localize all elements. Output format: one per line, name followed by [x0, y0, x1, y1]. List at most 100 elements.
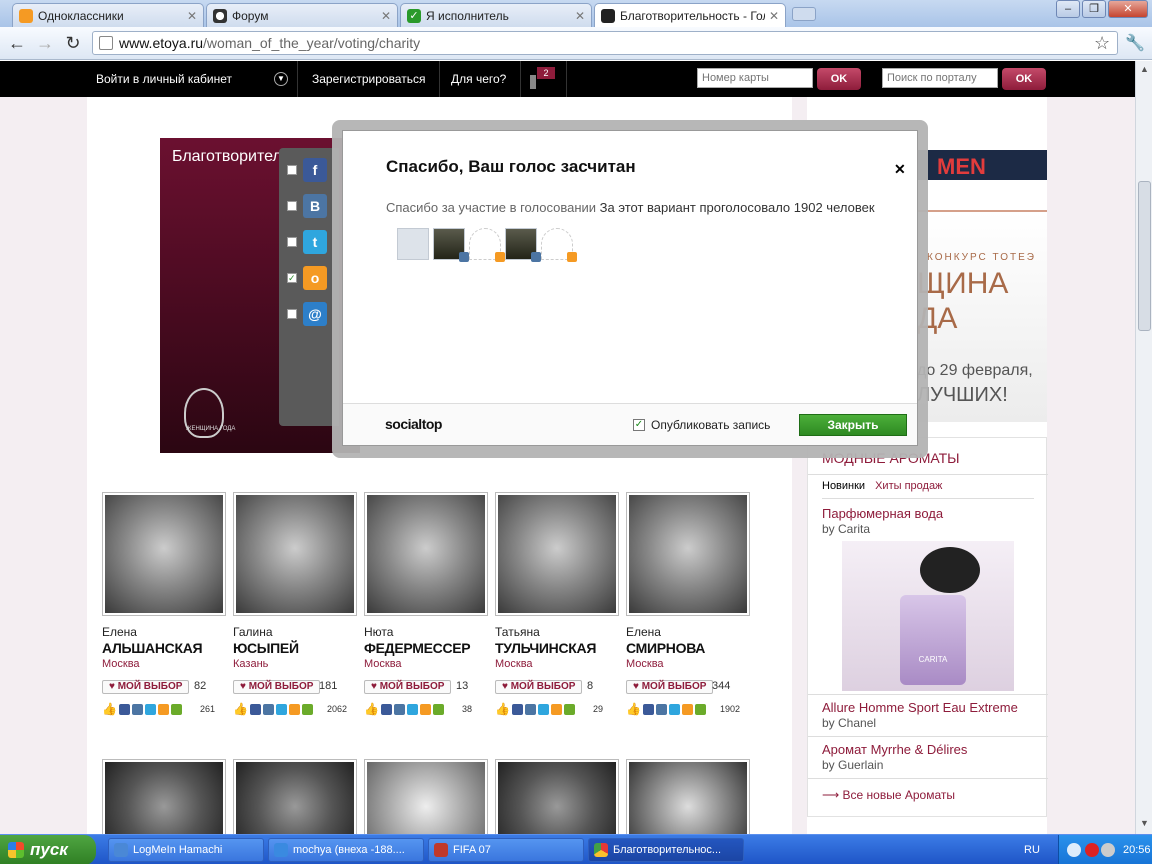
avatar[interactable] — [397, 228, 429, 260]
tab-charity[interactable]: Благотворительность - Голо ✕ — [594, 3, 786, 27]
search-input[interactable] — [882, 68, 998, 88]
twitter-icon[interactable] — [144, 703, 156, 715]
thumbs-up-icon[interactable]: 👍 — [626, 702, 641, 716]
candidate-last-name[interactable]: АЛЬШАНСКАЯ — [102, 640, 203, 656]
facebook-icon[interactable] — [249, 703, 261, 715]
close-icon[interactable]: ✕ — [187, 9, 197, 23]
task-fifa[interactable]: FIFA 07 — [428, 838, 584, 862]
avatar[interactable] — [505, 228, 541, 262]
all-new-link[interactable]: ⟶ Все новые Ароматы — [822, 788, 955, 802]
twitter-icon[interactable] — [537, 703, 549, 715]
tab-new[interactable]: Новинки — [822, 480, 865, 492]
mailru-icon[interactable] — [694, 703, 706, 715]
scroll-down-icon[interactable]: ▼ — [1138, 818, 1151, 831]
candidate-photo[interactable] — [626, 759, 750, 839]
search-ok-button[interactable]: OK — [1002, 68, 1046, 90]
twitter-icon[interactable] — [275, 703, 287, 715]
facebook-icon[interactable] — [511, 703, 523, 715]
perfume-name[interactable]: Аромат Myrrhe & Délires — [822, 742, 967, 757]
facebook-icon[interactable] — [118, 703, 130, 715]
odnoklassniki-icon[interactable] — [550, 703, 562, 715]
candidate-last-name[interactable]: ЮСЫПЕЙ — [233, 640, 299, 656]
checkbox[interactable] — [287, 237, 297, 247]
mailru-icon[interactable] — [563, 703, 575, 715]
vote-button[interactable]: ♥ МОЙ ВЫБОР — [364, 680, 452, 694]
tab-hits[interactable]: Хиты продаж — [875, 480, 942, 492]
vote-button[interactable]: ♥ МОЙ ВЫБОР — [233, 680, 321, 694]
vk-icon[interactable] — [262, 703, 274, 715]
candidate-photo[interactable] — [102, 492, 226, 616]
candidate-last-name[interactable]: СМИРНОВА — [626, 640, 705, 656]
facebook-icon[interactable] — [380, 703, 392, 715]
checkbox[interactable]: ✓ — [287, 273, 297, 283]
close-button[interactable]: Закрыть — [799, 414, 907, 436]
address-bar[interactable]: www.etoya.ru/woman_of_the_year/voting/ch… — [92, 31, 1118, 55]
avatar[interactable] — [469, 228, 505, 262]
facebook-icon[interactable] — [642, 703, 654, 715]
candidate-photo[interactable] — [626, 492, 750, 616]
page-scrollbar[interactable]: ▲ ▼ — [1135, 61, 1152, 834]
checkbox[interactable] — [287, 309, 297, 319]
share-row-facebook[interactable]: f — [287, 156, 337, 184]
candidate-photo[interactable] — [233, 759, 357, 839]
maximize-button[interactable]: ❐ — [1082, 0, 1106, 18]
thumbs-up-icon[interactable]: 👍 — [233, 702, 248, 716]
candidate-photo[interactable] — [233, 492, 357, 616]
share-row-mailru[interactable]: @ — [287, 300, 337, 328]
tray-app-icon[interactable] — [1101, 843, 1115, 857]
forward-icon[interactable]: → — [34, 33, 56, 53]
close-icon[interactable]: ✕ — [769, 9, 779, 23]
back-arrow-icon[interactable] — [1067, 843, 1081, 857]
close-icon[interactable]: ✕ — [381, 9, 391, 23]
vk-icon[interactable] — [131, 703, 143, 715]
share-row-twitter[interactable]: t — [287, 228, 337, 256]
publish-checkbox[interactable]: ✓ Опубликовать запись — [633, 418, 770, 432]
candidate-photo[interactable] — [102, 759, 226, 839]
candidate-last-name[interactable]: ТУЛЬЧИНСКАЯ — [495, 640, 596, 656]
candidate-photo[interactable] — [495, 759, 619, 839]
start-button[interactable]: пуск — [0, 835, 96, 864]
odnoklassniki-icon[interactable] — [681, 703, 693, 715]
tab-ya-ispolnitel[interactable]: ✓ Я исполнитель ✕ — [400, 3, 592, 27]
vk-icon[interactable] — [655, 703, 667, 715]
twitter-icon[interactable] — [406, 703, 418, 715]
perfume-name[interactable]: Парфюмерная вода — [822, 506, 943, 521]
wrench-icon[interactable]: 🔧 — [1125, 33, 1145, 53]
close-icon[interactable]: ✕ — [894, 161, 906, 178]
share-row-odnoklassniki[interactable]: ✓ о — [287, 264, 337, 292]
thumbs-up-icon[interactable]: 👍 — [102, 702, 117, 716]
tab-odnoklassniki[interactable]: Одноклассники ✕ — [12, 3, 204, 27]
avatar[interactable] — [433, 228, 469, 262]
scroll-thumb[interactable] — [1138, 181, 1151, 331]
mailru-icon[interactable] — [170, 703, 182, 715]
checkbox[interactable] — [287, 201, 297, 211]
odnoklassniki-icon[interactable] — [419, 703, 431, 715]
vote-button[interactable]: ♥ МОЙ ВЫБОР — [102, 680, 190, 694]
checkbox[interactable] — [287, 165, 297, 175]
twitter-icon[interactable] — [668, 703, 680, 715]
task-mochya[interactable]: mochya (внеха -188.... — [268, 838, 424, 862]
close-icon[interactable]: ✕ — [575, 9, 585, 23]
vote-button[interactable]: ♥ МОЙ ВЫБОР — [626, 680, 714, 694]
odnoklassniki-icon[interactable] — [288, 703, 300, 715]
bookmark-star-icon[interactable]: ☆ — [1094, 33, 1110, 54]
vote-button[interactable]: ♥ МОЙ ВЫБОР — [495, 680, 583, 694]
login-link[interactable]: Войти в личный кабинет — [82, 61, 298, 97]
vk-icon[interactable] — [524, 703, 536, 715]
why-link[interactable]: Для чего? — [437, 61, 522, 97]
perfume-image[interactable]: CARITA — [842, 541, 1014, 691]
vk-icon[interactable] — [393, 703, 405, 715]
scroll-up-icon[interactable]: ▲ — [1138, 64, 1151, 77]
avatar[interactable] — [541, 228, 577, 262]
thumbs-up-icon[interactable]: 👍 — [364, 702, 379, 716]
back-icon[interactable]: ← — [6, 33, 28, 53]
network-icon[interactable] — [1085, 843, 1099, 857]
reload-icon[interactable]: ↻ — [62, 33, 84, 53]
tab-forum[interactable]: Форум ✕ — [206, 3, 398, 27]
task-chrome[interactable]: Благотворительнос... — [588, 838, 744, 862]
checkbox[interactable]: ✓ — [633, 419, 645, 431]
new-tab-button[interactable] — [792, 7, 816, 21]
card-ok-button[interactable]: OK — [817, 68, 861, 90]
candidate-photo[interactable] — [495, 492, 619, 616]
chevron-down-icon[interactable]: ▼ — [274, 72, 288, 86]
